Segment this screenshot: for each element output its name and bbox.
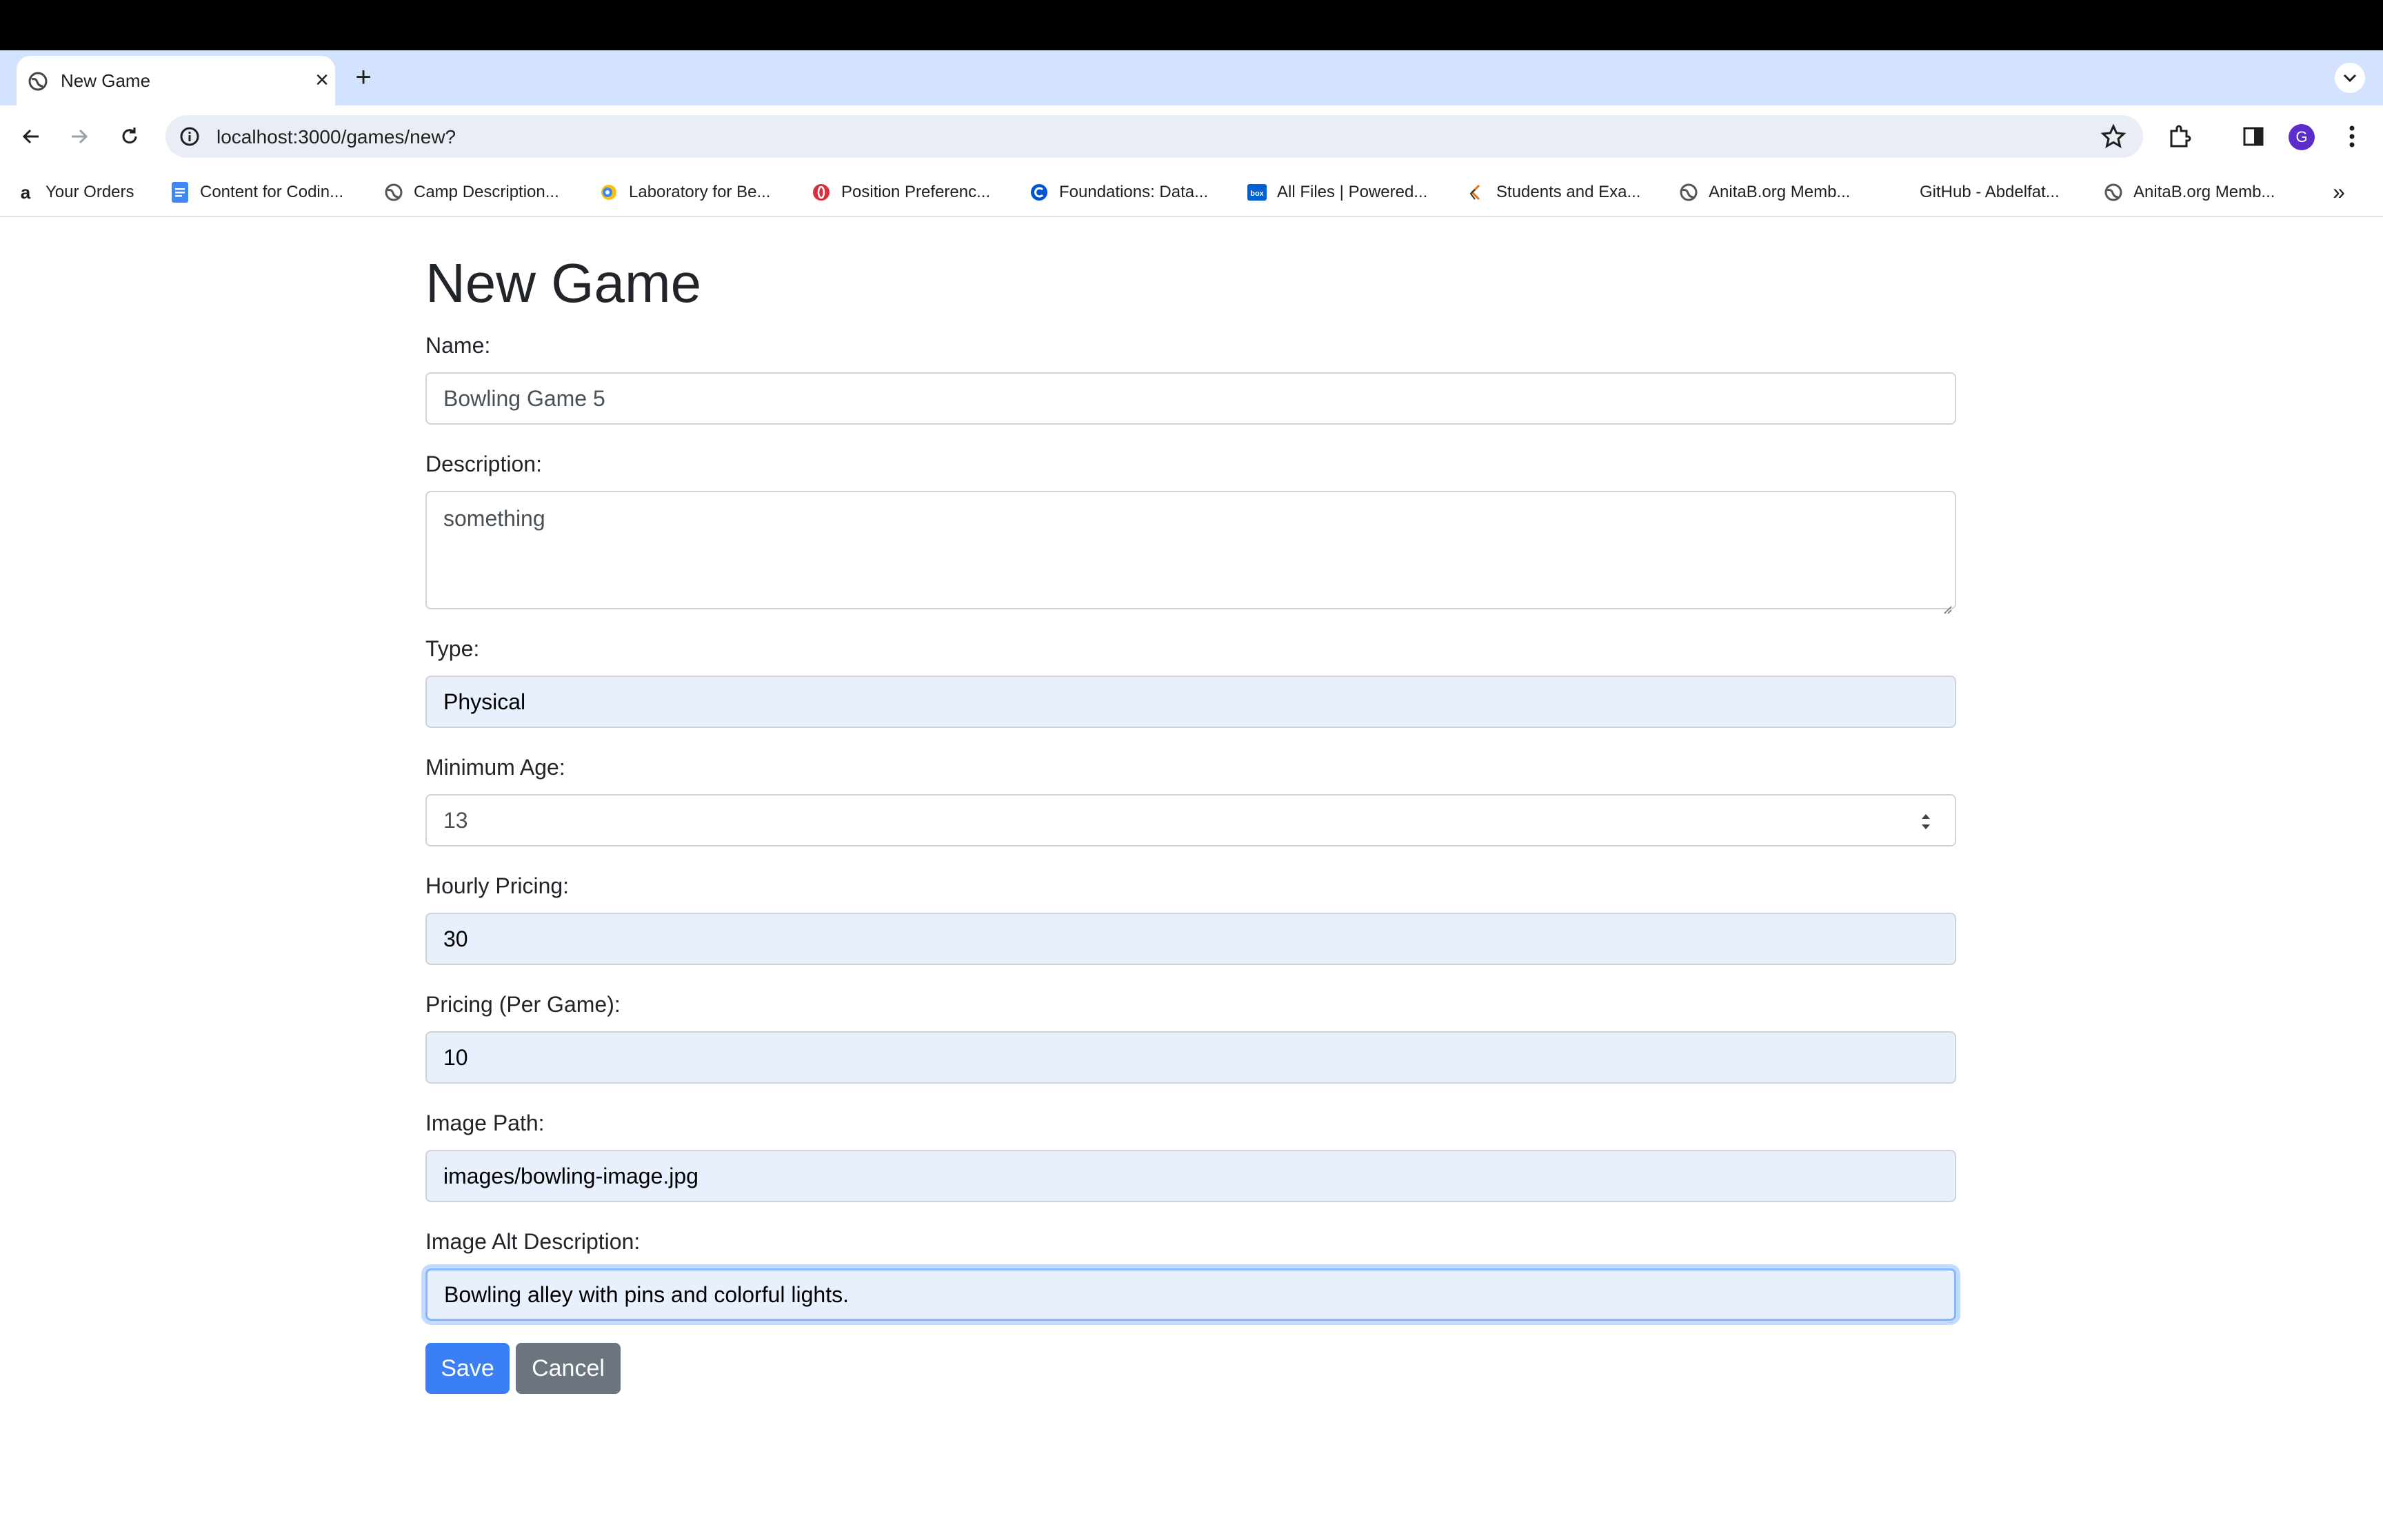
tab-title: New Game bbox=[61, 70, 151, 91]
github-icon bbox=[1889, 182, 1910, 203]
bookmark-label: Position Preferenc... bbox=[841, 183, 991, 201]
bookmark-item[interactable]: AnitaB.org Memb... bbox=[1678, 180, 1850, 205]
description-value: something bbox=[443, 506, 545, 531]
reload-icon[interactable] bbox=[112, 119, 147, 154]
cancel-button[interactable]: Cancel bbox=[516, 1343, 621, 1394]
bookmark-label: AnitaB.org Memb... bbox=[1709, 183, 1851, 201]
tab-strip: New Game × + bbox=[0, 50, 2383, 105]
image-path-label: Image Path: bbox=[425, 1111, 545, 1135]
profile-avatar[interactable]: G bbox=[2289, 124, 2315, 150]
opera-icon bbox=[811, 182, 832, 203]
bookmark-item[interactable]: Camp Description... bbox=[383, 180, 559, 205]
bookmark-label: Students and Exa... bbox=[1496, 183, 1641, 201]
image-alt-value: Bowling alley with pins and colorful lig… bbox=[444, 1281, 849, 1307]
site-info-icon[interactable] bbox=[178, 125, 201, 148]
side-panel-icon[interactable] bbox=[2236, 119, 2271, 154]
bookmarks-bar: a Your Orders Content for Codin... Camp … bbox=[0, 168, 2383, 217]
name-value: Bowling Game 5 bbox=[443, 385, 605, 411]
image-alt-label: Image Alt Description: bbox=[425, 1229, 641, 1254]
os-top-bar bbox=[0, 0, 2383, 50]
min-age-label: Minimum Age: bbox=[425, 755, 565, 780]
globe-icon bbox=[1678, 182, 1699, 203]
students-icon bbox=[1466, 182, 1487, 203]
bookmark-item[interactable]: AnitaB.org Memb... bbox=[2103, 180, 2275, 205]
forward-arrow-icon[interactable] bbox=[62, 119, 97, 154]
name-label: Name: bbox=[425, 333, 491, 358]
min-age-field[interactable]: 13 bbox=[425, 794, 1956, 847]
bookmark-item[interactable]: Foundations: Data... bbox=[1029, 180, 1208, 205]
bookmark-item[interactable]: Content for Codin... bbox=[170, 180, 343, 205]
page-title: New Game bbox=[425, 252, 702, 314]
min-age-value: 13 bbox=[443, 807, 468, 833]
image-path-field[interactable]: images/bowling-image.jpg bbox=[425, 1150, 1956, 1202]
bookmark-label: GitHub - Abdelfat... bbox=[1920, 183, 2060, 201]
hourly-pricing-label: Hourly Pricing: bbox=[425, 873, 570, 898]
coursera-icon bbox=[1029, 182, 1049, 203]
bookmark-item[interactable]: Laboratory for Be... bbox=[599, 180, 770, 205]
bookmark-label: Laboratory for Be... bbox=[629, 183, 771, 201]
close-icon[interactable]: × bbox=[310, 68, 334, 93]
bookmark-item[interactable]: box All Files | Powered... bbox=[1247, 180, 1427, 205]
per-game-pricing-value: 10 bbox=[443, 1044, 468, 1070]
browser-toolbar: localhost:3000/games/new? G bbox=[0, 105, 2383, 168]
bookmark-label: Content for Codin... bbox=[200, 183, 344, 201]
image-path-value: images/bowling-image.jpg bbox=[443, 1163, 698, 1188]
new-tab-icon[interactable]: + bbox=[348, 63, 379, 93]
hourly-pricing-field[interactable]: 30 bbox=[425, 913, 1956, 965]
bookmark-label: Camp Description... bbox=[414, 183, 559, 201]
back-arrow-icon[interactable] bbox=[14, 119, 48, 154]
description-field[interactable]: something bbox=[425, 491, 1956, 614]
bookmark-item[interactable]: Position Preferenc... bbox=[811, 180, 990, 205]
docs-icon bbox=[170, 182, 190, 203]
bookmark-item[interactable]: Students and Exa... bbox=[1466, 180, 1640, 205]
bookmark-star-icon[interactable] bbox=[2100, 123, 2126, 150]
lab-icon bbox=[599, 182, 619, 203]
amazon-icon: a bbox=[20, 181, 31, 203]
svg-text:box: box bbox=[1250, 190, 1264, 198]
save-button[interactable]: Save bbox=[425, 1343, 510, 1394]
extensions-icon[interactable] bbox=[2162, 119, 2197, 154]
bookmark-label: Your Orders bbox=[46, 183, 134, 201]
type-label: Type: bbox=[425, 636, 480, 661]
globe-icon bbox=[2103, 182, 2124, 203]
per-game-pricing-label: Pricing (Per Game): bbox=[425, 992, 621, 1017]
name-field[interactable]: Bowling Game 5 bbox=[425, 372, 1956, 425]
bookmark-label: All Files | Powered... bbox=[1277, 183, 1428, 201]
box-icon: box bbox=[1247, 182, 1267, 203]
description-label: Description: bbox=[425, 452, 542, 476]
resize-handle-icon[interactable] bbox=[1941, 594, 1952, 614]
type-value: Physical bbox=[443, 689, 526, 714]
bookmark-label: AnitaB.org Memb... bbox=[2133, 183, 2275, 201]
more-bookmarks-chevron-icon[interactable]: » bbox=[2325, 180, 2353, 205]
hourly-pricing-value: 30 bbox=[443, 926, 468, 951]
tab-search-chevron-icon[interactable] bbox=[2335, 63, 2365, 93]
bookmark-item[interactable]: GitHub - Abdelfat... bbox=[1889, 180, 2060, 205]
image-alt-field[interactable]: Bowling alley with pins and colorful lig… bbox=[425, 1268, 1956, 1321]
url-text: localhost:3000/games/new? bbox=[217, 126, 456, 148]
address-bar[interactable]: localhost:3000/games/new? bbox=[165, 115, 2143, 158]
bookmark-item[interactable]: a Your Orders bbox=[15, 180, 134, 205]
globe-icon bbox=[28, 71, 48, 92]
bookmark-label: Foundations: Data... bbox=[1059, 183, 1209, 201]
type-field[interactable]: Physical bbox=[425, 676, 1956, 728]
page-content: New Game Name: Bowling Game 5 Descriptio… bbox=[0, 217, 2383, 1540]
globe-icon bbox=[383, 182, 404, 203]
kebab-menu-icon[interactable] bbox=[2335, 119, 2369, 154]
number-spinner-icon[interactable] bbox=[1918, 809, 1934, 834]
per-game-pricing-field[interactable]: 10 bbox=[425, 1031, 1956, 1084]
tab-new-game[interactable]: New Game × bbox=[17, 56, 335, 105]
